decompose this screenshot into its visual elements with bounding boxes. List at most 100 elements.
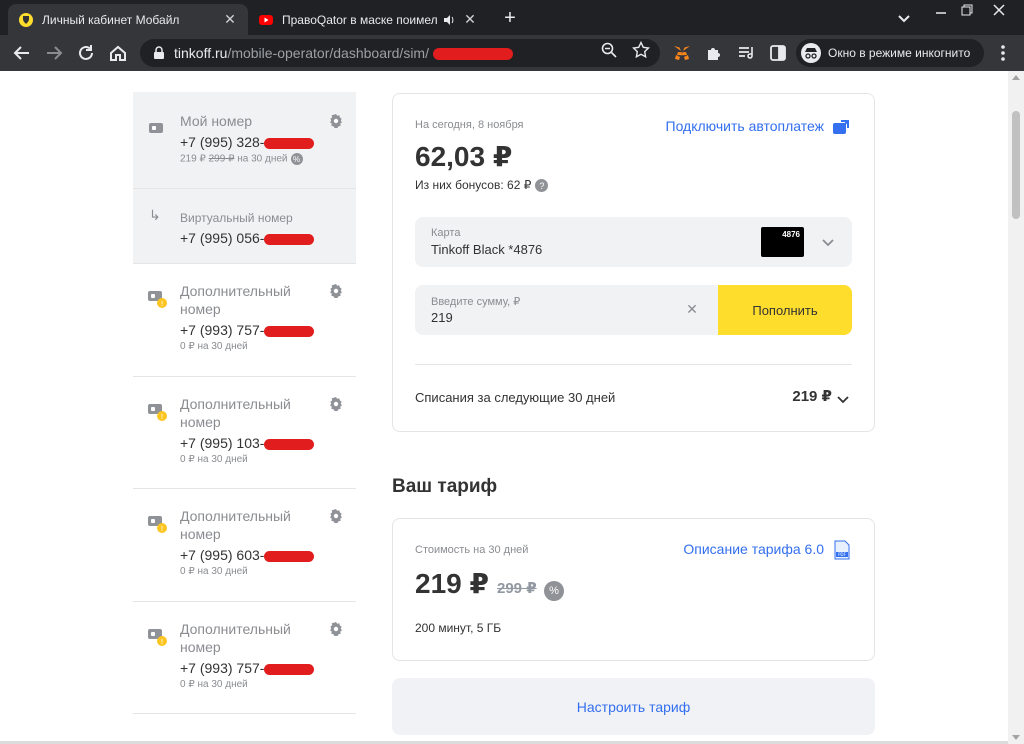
charges-sum[interactable]: 219 ₽: [792, 387, 832, 405]
help-icon[interactable]: ?: [535, 179, 549, 193]
tab-title: Личный кабинет Мобайл: [42, 12, 180, 27]
url-host: tinkoff.ru: [174, 45, 228, 61]
sim-phone: +7 (993) 757-: [180, 660, 356, 676]
clear-icon[interactable]: ✕: [685, 301, 699, 317]
gear-icon[interactable]: [328, 113, 344, 129]
sim-phone-text: +7 (993) 757-: [180, 322, 265, 338]
scrollbar-thumb[interactable]: [1012, 111, 1020, 219]
new-tab-button[interactable]: +: [498, 6, 522, 30]
close-tab-icon[interactable]: ✕: [462, 11, 478, 28]
sim-warning-icon: !: [148, 291, 167, 308]
sim-phone-text: +7 (995) 603-: [180, 547, 265, 563]
gear-icon[interactable]: [328, 621, 344, 637]
tariff-description-link[interactable]: Описание тарифа 6.0: [683, 541, 824, 557]
gear-icon[interactable]: [328, 508, 344, 524]
sim-label: Виртуальный номер: [180, 211, 293, 225]
metamask-extension-icon[interactable]: [672, 43, 692, 63]
restore-window-button[interactable]: [952, 0, 982, 20]
audio-playing-icon[interactable]: [442, 13, 456, 27]
pdf-icon[interactable]: PDF: [834, 540, 850, 560]
gear-icon[interactable]: [328, 283, 344, 299]
gear-icon[interactable]: [328, 396, 344, 412]
card-select-value: Tinkoff Black *4876: [431, 242, 543, 257]
balance-sum: 62,03 ₽: [415, 141, 513, 172]
chevron-down-icon[interactable]: [894, 8, 914, 28]
redaction-mark: [264, 137, 315, 149]
minimize-icon: [936, 12, 946, 14]
incognito-icon: [801, 43, 821, 63]
extensions-puzzle-icon[interactable]: [704, 43, 724, 63]
url-path: /mobile-operator/dashboard/sim/: [227, 45, 429, 61]
sim-price: 0 ₽ на 30 дней: [180, 454, 248, 465]
chevron-down-icon[interactable]: [836, 392, 850, 406]
close-tab-icon[interactable]: ✕: [222, 11, 238, 28]
sim-label: Дополнительный номер: [180, 508, 291, 542]
restore-icon: [961, 4, 973, 16]
lock-icon[interactable]: [152, 46, 166, 60]
sub-number-arrow-icon: ↳: [149, 207, 161, 223]
incognito-label: Окно в режиме инкогнито: [828, 46, 971, 60]
sim-phone: +7 (995) 603-: [180, 547, 356, 563]
sim-price: 0 ₽ на 30 дней: [180, 679, 248, 690]
youtube-favicon-icon: [259, 14, 273, 25]
sim-item-additional[interactable]: ! Дополнительный номер +7 (993) 757- 0 ₽…: [133, 264, 356, 377]
tariff-card: Стоимость на 30 дней Описание тарифа 6.0…: [392, 518, 875, 661]
section-title: Ваш тариф: [392, 476, 498, 497]
discount-icon: %: [544, 581, 564, 601]
scroll-down-arrow-icon[interactable]: [1012, 735, 1020, 740]
tab-title: ПравоQator в маске поимел П: [282, 12, 438, 27]
sim-price-old: 299 ₽: [208, 153, 235, 165]
forward-button[interactable]: [42, 41, 66, 65]
sim-list: Мой номер +7 (995) 328- 219 ₽ 299 ₽ на 3…: [133, 92, 356, 714]
redaction-mark: [264, 325, 315, 337]
close-window-button[interactable]: [984, 0, 1014, 20]
chevron-down-icon[interactable]: [821, 235, 835, 249]
browser-toolbar: tinkoff.ru/mobile-operator/dashboard/sim…: [0, 35, 1024, 71]
redaction-mark: [432, 48, 513, 61]
redaction-mark: [264, 550, 315, 562]
sim-price-period: на 30 дней: [237, 153, 288, 165]
sim-phone: +7 (995) 103-: [180, 435, 356, 451]
sim-warning-icon: !: [148, 629, 167, 646]
card-select[interactable]: Карта Tinkoff Black *4876 4876: [415, 217, 852, 267]
side-panel-icon[interactable]: [768, 43, 788, 63]
autopay-link[interactable]: Подключить автоплатеж: [666, 118, 825, 134]
svg-text:!: !: [161, 638, 164, 646]
card-select-label: Карта: [431, 227, 461, 239]
sim-item-additional[interactable]: ! Дополнительный номер +7 (995) 603- 0 ₽…: [133, 489, 356, 602]
sim-item-additional[interactable]: ! Дополнительный номер +7 (995) 103- 0 ₽…: [133, 377, 356, 489]
bonus-text: Из них бонусов: 62 ₽: [415, 178, 532, 192]
more-menu-icon[interactable]: [994, 43, 1012, 63]
redaction-mark: [264, 438, 315, 450]
topup-button[interactable]: Пополнить: [718, 285, 852, 335]
sim-phone-text: +7 (993) 757-: [180, 660, 265, 676]
redaction-mark: [264, 663, 315, 675]
sim-card-icon: [149, 123, 163, 133]
sim-item-virtual[interactable]: ↳ Виртуальный номер +7 (995) 056-: [133, 189, 356, 264]
amount-input-value[interactable]: 219: [431, 310, 453, 325]
bank-card-image: 4876: [761, 227, 804, 257]
zoom-icon[interactable]: [600, 41, 618, 59]
vertical-scrollbar[interactable]: [1008, 71, 1024, 744]
amount-input[interactable]: Введите сумму, ₽ 219 ✕: [415, 285, 719, 335]
tariff-price: 219 ₽: [415, 568, 489, 599]
media-control-icon[interactable]: [736, 43, 756, 63]
charges-label: Списания за следующие 30 дней: [415, 390, 616, 405]
autopay-icon[interactable]: [832, 118, 850, 136]
tab-active[interactable]: Личный кабинет Мобайл ✕: [8, 4, 248, 35]
discount-icon: %: [290, 153, 303, 165]
incognito-indicator[interactable]: Окно в режиме инкогнито: [796, 39, 984, 67]
sim-item-main[interactable]: Мой номер +7 (995) 328- 219 ₽ 299 ₽ на 3…: [133, 92, 356, 189]
sim-price: 0 ₽ на 30 дней: [180, 566, 248, 577]
address-bar[interactable]: tinkoff.ru/mobile-operator/dashboard/sim…: [140, 39, 660, 67]
page-content: Мой номер +7 (995) 328- 219 ₽ 299 ₽ на 3…: [0, 71, 1024, 744]
star-icon[interactable]: [632, 41, 650, 59]
home-button[interactable]: [106, 41, 130, 65]
back-button[interactable]: [10, 41, 34, 65]
tab-inactive[interactable]: ПравоQator в маске поимел П ✕: [248, 4, 488, 35]
browser-tab-bar: Личный кабинет Мобайл ✕ ПравоQator в мас…: [0, 0, 1024, 35]
reload-button[interactable]: [74, 41, 98, 65]
scroll-up-arrow-icon[interactable]: [1012, 75, 1020, 80]
configure-tariff-button[interactable]: Настроить тариф: [392, 678, 875, 735]
sim-item-additional[interactable]: ! Дополнительный номер +7 (993) 757- 0 ₽…: [133, 602, 356, 714]
